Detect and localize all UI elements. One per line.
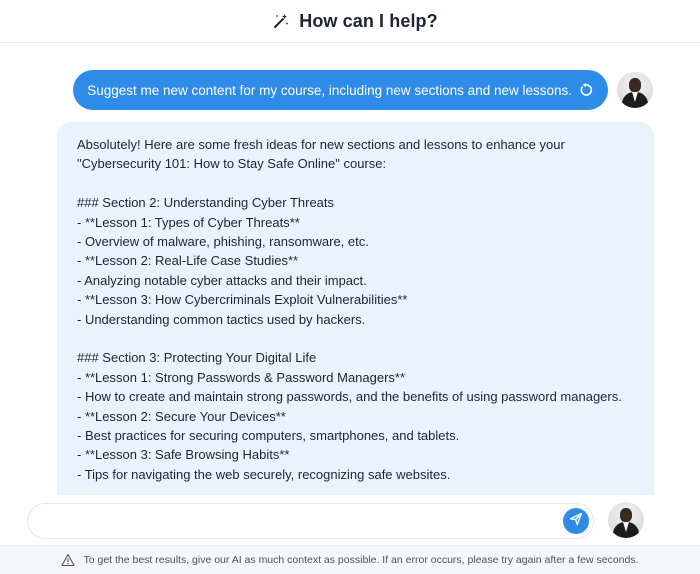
assistant-message-line: - How to create and maintain strong pass… — [77, 389, 622, 405]
conversation: Suggest me new content for my course, in… — [0, 43, 700, 495]
user-message-text: Suggest me new content for my course, in… — [87, 82, 572, 98]
chat-assistant-page: How can I help? Suggest me new content f… — [0, 0, 700, 574]
user-avatar — [617, 72, 653, 108]
assistant-message-line: - Analyzing notable cyber attacks and th… — [77, 272, 367, 288]
page-title: How can I help? — [299, 10, 438, 31]
assistant-message-line: Absolutely! Here are some fresh ideas fo… — [77, 137, 569, 172]
assistant-message-text: Absolutely! Here are some fresh ideas fo… — [77, 135, 634, 484]
composer-row — [0, 495, 700, 545]
footer-notice: To get the best results, give our AI as … — [0, 545, 700, 574]
message-input[interactable] — [42, 511, 562, 533]
assistant-message-line: - **Lesson 2: Secure Your Devices** — [77, 408, 286, 424]
message-composer — [27, 503, 594, 539]
assistant-message-line: ### Section 2: Understanding Cyber Threa… — [77, 195, 335, 211]
assistant-message-line: - **Lesson 1: Types of Cyber Threats** — [77, 214, 300, 230]
user-message-row: Suggest me new content for my course, in… — [0, 70, 700, 110]
assistant-message-line: - Understanding common tactics used by h… — [77, 311, 366, 327]
assistant-message-line: - **Lesson 2: Real-Life Case Studies** — [77, 253, 299, 269]
current-user-avatar[interactable] — [608, 502, 644, 538]
assistant-message-bubble: Absolutely! Here are some fresh ideas fo… — [57, 122, 654, 495]
assistant-message-line: - Overview of malware, phishing, ransomw… — [77, 234, 369, 250]
header: How can I help? — [0, 0, 700, 43]
assistant-message-line: - Best practices for securing computers,… — [77, 428, 460, 444]
assistant-message-line: - **Lesson 1: Strong Passwords & Passwor… — [77, 369, 406, 385]
send-icon — [569, 512, 583, 531]
assistant-message-line: ### Section 3: Protecting Your Digital L… — [77, 350, 317, 366]
retry-icon[interactable] — [578, 82, 594, 98]
send-button[interactable] — [563, 508, 589, 534]
assistant-message-line: - Tips for navigating the web securely, … — [77, 466, 451, 482]
warning-icon — [61, 553, 76, 567]
header-inner: How can I help? — [272, 11, 438, 32]
assistant-message-line: - **Lesson 3: How Cybercriminals Exploit… — [77, 292, 408, 308]
user-message-bubble: Suggest me new content for my course, in… — [73, 70, 608, 110]
assistant-message-line: - **Lesson 3: Safe Browsing Habits** — [77, 447, 290, 463]
footer-notice-text: To get the best results, give our AI as … — [83, 554, 639, 566]
magic-wand-icon — [272, 12, 290, 30]
